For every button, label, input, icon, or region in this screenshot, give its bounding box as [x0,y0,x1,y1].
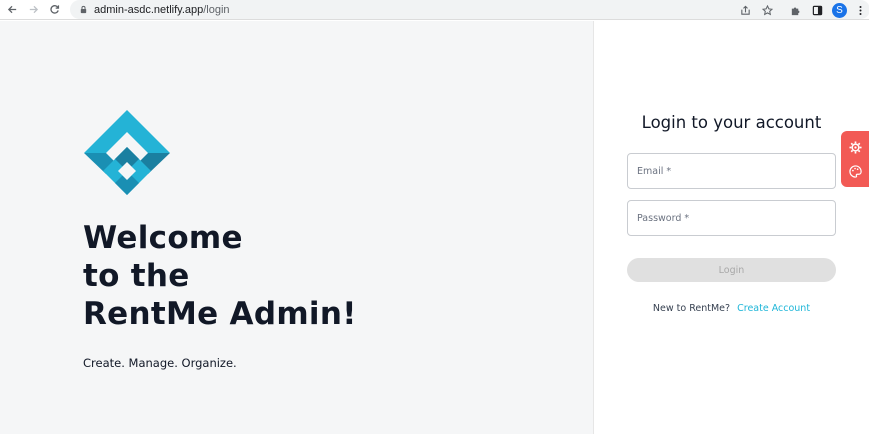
signup-row: New to RentMe? Create Account [594,303,869,314]
floating-settings-tab [841,131,869,187]
rentme-logo [84,110,170,195]
create-account-link[interactable]: Create Account [737,303,810,314]
settings-button[interactable] [848,140,862,154]
bookmark-button[interactable] [756,0,778,20]
back-button[interactable] [3,1,21,19]
share-button[interactable] [734,0,756,20]
welcome-line-3: RentMe Admin! [83,296,357,332]
login-button[interactable]: Login [627,258,836,282]
password-input[interactable] [637,212,835,224]
browser-menu-button[interactable] [851,0,869,20]
signup-prompt: New to RentMe? [652,303,731,314]
url-path: /login [203,3,230,16]
sidepanel-icon [812,5,822,15]
share-icon [740,5,750,15]
sidepanel-button[interactable] [806,0,828,20]
url-text: admin-asdc.netlify.app/login [94,4,230,16]
arrow-left-icon [7,5,16,14]
forward-button[interactable] [24,1,42,19]
reload-icon [49,5,59,14]
arrow-right-icon [29,5,38,14]
browser-actions: S [734,0,869,20]
tagline: Create. Manage. Organize. [83,356,237,370]
reload-button[interactable] [45,1,63,19]
theme-button[interactable] [848,164,862,178]
puzzle-icon [791,6,799,15]
hero-panel: Welcome to the RentMe Admin! Create. Man… [0,21,593,434]
login-title: Login to your account [641,113,822,132]
login-panel: Login to your account Login New to RentM… [593,21,869,434]
browser-toolbar: admin-asdc.netlify.app/login S [0,0,869,20]
email-input[interactable] [637,165,835,177]
email-field[interactable] [627,153,836,189]
welcome-line-1: Welcome [83,220,243,256]
profile-avatar[interactable]: S [832,2,847,18]
star-icon [761,4,773,15]
welcome-heading: Welcome to the RentMe Admin! [83,219,357,333]
extensions-button[interactable] [784,0,806,20]
url-host: admin-asdc.netlify.app [94,3,204,16]
password-field[interactable] [627,200,836,236]
palette-icon [848,164,862,178]
gear-icon [848,140,862,154]
kebab-menu-icon [858,5,862,15]
lock-icon[interactable] [78,5,88,15]
welcome-line-2: to the [83,258,190,294]
